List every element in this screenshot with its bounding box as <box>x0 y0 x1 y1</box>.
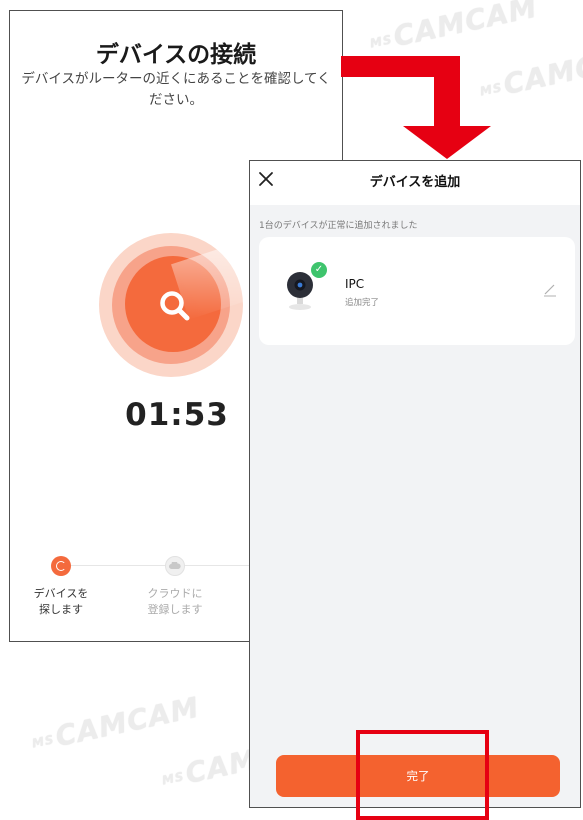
done-button[interactable]: 完了 <box>276 755 560 797</box>
cloud-icon <box>169 562 181 569</box>
connect-title: デバイスの接続 <box>95 42 257 68</box>
watermark: MSCAMCAM <box>368 0 541 54</box>
watermark: MSCAMCAM <box>478 38 583 102</box>
device-status: 追加完了 <box>345 298 380 308</box>
arrow-shaft-vertical <box>434 56 460 128</box>
search-icon <box>160 291 190 321</box>
device-name: IPC <box>345 277 365 291</box>
camera-icon <box>287 272 313 310</box>
device-card[interactable]: ✓ IPC 追加完了 <box>259 237 575 345</box>
edit-icon[interactable] <box>543 283 557 297</box>
add-device-screen: デバイスを追加 1台のデバイスが正常に追加されました ✓ IPC 追加完了 完了 <box>249 160 581 808</box>
step-label-search: デバイスを 探します <box>33 587 89 616</box>
arrow-down-icon <box>403 126 491 159</box>
success-message: 1台のデバイスが正常に追加されました <box>259 221 418 231</box>
step-label-cloud: クラウドに 登録します <box>147 587 203 616</box>
watermark: MSCAMCAM <box>30 690 203 754</box>
nav-header: デバイスを追加 <box>250 161 580 205</box>
connect-subtitle: デバイスがルーターの近くにあることを確認してください。 <box>21 71 331 108</box>
page-title: デバイスを追加 <box>369 175 461 190</box>
check-icon: ✓ <box>311 262 327 278</box>
step-pending-icon <box>165 556 185 576</box>
step-active-icon <box>51 556 71 576</box>
